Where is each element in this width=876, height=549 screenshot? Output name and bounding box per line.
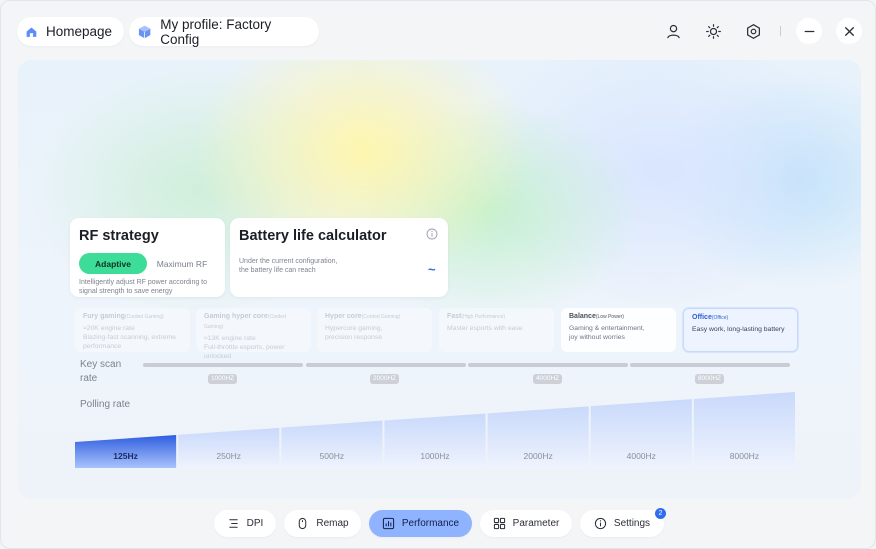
- nav-performance[interactable]: Performance: [369, 510, 472, 537]
- home-icon: [26, 27, 37, 37]
- grid-icon: [493, 517, 505, 530]
- close-button[interactable]: [836, 18, 862, 44]
- key-scan-tick: 1000HZ: [208, 374, 238, 384]
- mode-fury-gaming[interactable]: Fury gaming(Corded Gaming) ≈20K engine r…: [75, 308, 190, 352]
- mode-desc: Master esports with ease: [447, 325, 523, 332]
- key-scan-tick: 4000HZ: [533, 374, 563, 384]
- mode-hyper-core[interactable]: Hyper core(Corded Gaming) Hypercore gami…: [317, 308, 432, 352]
- mode-title: Gaming hyper core(Corded Gaming): [204, 313, 286, 330]
- settings-notification-badge: 2: [655, 508, 666, 519]
- device-settings-button[interactable]: [740, 18, 766, 44]
- rf-description-line-1: Intelligently adjust RF power according …: [79, 279, 208, 286]
- cube-icon: [138, 25, 151, 38]
- nav-remap[interactable]: Remap: [284, 510, 361, 537]
- mode-desc: ≈20K engine rate Blazing-fast scanning, e…: [83, 325, 176, 350]
- battery-title: Battery life calculator: [239, 228, 387, 244]
- polling-rate-label-2000hz[interactable]: 2000Hz: [488, 451, 588, 461]
- mode-gaming-hyper-core[interactable]: Gaming hyper core(Corded Gaming) ≈13K en…: [196, 308, 311, 360]
- mode-desc: Easy work, long-lasting battery: [692, 326, 785, 333]
- info-circle-icon: [594, 517, 607, 530]
- key-scan-tick: 2000HZ: [370, 374, 400, 384]
- mouse-icon: [299, 517, 307, 530]
- battery-description-line-1: Under the current configuration,: [239, 258, 338, 265]
- nav-parameter[interactable]: Parameter: [480, 510, 572, 537]
- battery-description-line-2: the battery life can reach: [239, 267, 316, 274]
- mode-desc: ≈13K engine rate Full-throttle esports, p…: [204, 335, 285, 360]
- homepage-label: Homepage: [45, 24, 112, 39]
- header-divider: [780, 26, 781, 36]
- mode-title: Fast(High Performance): [447, 313, 506, 320]
- sun-icon: [705, 23, 721, 39]
- key-scan-segment: [143, 363, 303, 367]
- mode-title: Office(Office): [692, 314, 729, 321]
- rf-adaptive-option[interactable]: Adaptive: [79, 253, 147, 274]
- nav-settings[interactable]: Settings: [580, 510, 664, 537]
- nav-dpi-label: DPI: [246, 518, 264, 529]
- rf-description-line-2: signal strength to save energy: [79, 288, 173, 295]
- mode-balance[interactable]: Balance(Low Power) Gaming & entertainmen…: [561, 308, 676, 352]
- polling-rate-bar-250hz[interactable]: [178, 427, 280, 468]
- profile-label: My profile: Factory Config: [160, 16, 272, 47]
- nav-remap-label: Remap: [316, 518, 349, 529]
- dpi-icon: [228, 519, 238, 528]
- app-window: Homepage My profile: Factory Config RF s…: [0, 0, 876, 549]
- key-scan-rate-label: Key scan rate: [80, 358, 121, 386]
- polling-rate-label-250hz[interactable]: 250Hz: [179, 451, 279, 461]
- nav-parameter-label: Parameter: [512, 518, 560, 529]
- mode-title: Fury gaming(Corded Gaming): [83, 313, 164, 320]
- mode-desc: Gaming & entertainment, joy without worri…: [569, 325, 645, 341]
- polling-rate-label-500hz[interactable]: 500Hz: [282, 451, 382, 461]
- key-scan-segment: [468, 363, 628, 367]
- mode-desc: Hypercore gaming, precision response: [325, 325, 383, 341]
- nav-settings-label: Settings: [613, 518, 651, 529]
- theme-button[interactable]: [700, 18, 726, 44]
- homepage-button[interactable]: Homepage: [17, 17, 124, 46]
- minimize-icon: [804, 30, 814, 32]
- key-scan-label-line-2: rate: [80, 373, 98, 384]
- mode-title: Hyper core(Corded Gaming): [325, 313, 401, 320]
- polling-rate-label-125hz[interactable]: 125Hz: [76, 451, 176, 461]
- key-scan-label-line-1: Key scan: [80, 359, 122, 370]
- key-scan-segment: [306, 363, 466, 367]
- battery-description: Under the current configuration, the bat…: [239, 257, 337, 275]
- account-button[interactable]: [660, 18, 686, 44]
- user-icon: [666, 24, 680, 38]
- profile-button[interactable]: My profile: Factory Config: [129, 16, 319, 47]
- rf-maximum-option[interactable]: Maximum RF: [152, 253, 212, 274]
- nav-dpi[interactable]: DPI: [214, 510, 276, 537]
- mode-office[interactable]: Office(Office) Easy work, long-lasting b…: [683, 308, 798, 352]
- mode-fast[interactable]: Fast(High Performance) Master esports wi…: [439, 308, 554, 352]
- info-icon[interactable]: [426, 228, 438, 240]
- rf-description: Intelligently adjust RF power according …: [79, 278, 207, 296]
- performance-chart-icon: [382, 517, 394, 530]
- battery-value: ~: [428, 262, 436, 277]
- rf-strategy-card: RF strategy Adaptive Maximum RF Intellig…: [70, 218, 225, 297]
- key-scan-tick: 8000HZ: [695, 374, 725, 384]
- hexagon-settings-icon: [746, 23, 760, 39]
- key-scan-segment: [630, 363, 790, 367]
- close-icon: [844, 26, 854, 36]
- battery-calculator-card: Battery life calculator Under the curren…: [230, 218, 448, 297]
- nav-performance-label: Performance: [401, 518, 460, 529]
- polling-rate-label-4000hz[interactable]: 4000Hz: [591, 451, 691, 461]
- polling-rate-label-8000hz[interactable]: 8000Hz: [694, 451, 794, 461]
- performance-panel: RF strategy Adaptive Maximum RF Intellig…: [18, 60, 861, 499]
- mode-title: Balance(Low Power): [569, 313, 624, 320]
- minimize-button[interactable]: [796, 18, 822, 44]
- rf-strategy-title: RF strategy: [79, 228, 159, 244]
- polling-rate-label-1000hz[interactable]: 1000Hz: [385, 451, 485, 461]
